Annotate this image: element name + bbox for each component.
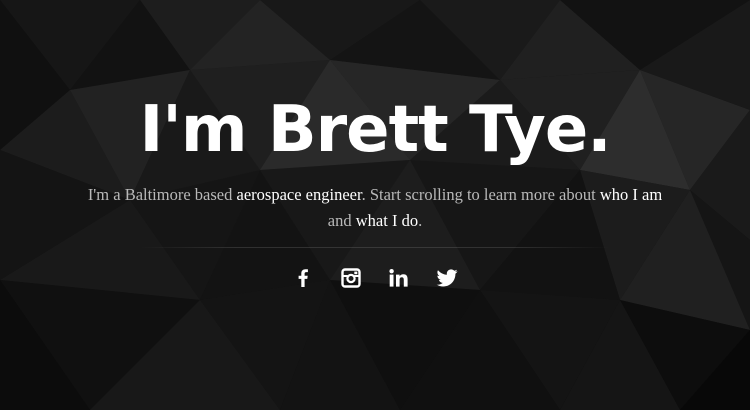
facebook-link[interactable] <box>291 266 315 290</box>
intro-text-2: . Start scrolling to learn more about <box>361 185 600 204</box>
linkedin-icon <box>389 269 408 287</box>
who-i-am-link[interactable]: who I am <box>600 185 662 204</box>
social-links <box>0 266 750 290</box>
hero-content: I'm Brett Tye. I'm a Baltimore based aer… <box>0 0 750 410</box>
hero-section: I'm Brett Tye. I'm a Baltimore based aer… <box>0 0 750 410</box>
twitter-icon <box>436 269 458 287</box>
hero-headline: I'm Brett Tye. <box>139 93 611 167</box>
linkedin-link[interactable] <box>387 266 411 290</box>
what-i-do-link[interactable]: what I do <box>356 211 418 230</box>
intro-text-4: . <box>418 211 423 230</box>
intro-paragraph: I'm a Baltimore based aerospace engineer… <box>80 182 670 234</box>
instagram-icon <box>341 268 361 288</box>
profession-highlight: aerospace engineer <box>236 185 362 204</box>
intro-text-3: and <box>327 211 356 230</box>
twitter-link[interactable] <box>435 266 459 290</box>
instagram-link[interactable] <box>339 266 363 290</box>
divider <box>140 247 610 248</box>
facebook-icon <box>298 269 308 287</box>
intro-text-1: I'm a Baltimore based <box>87 185 237 204</box>
